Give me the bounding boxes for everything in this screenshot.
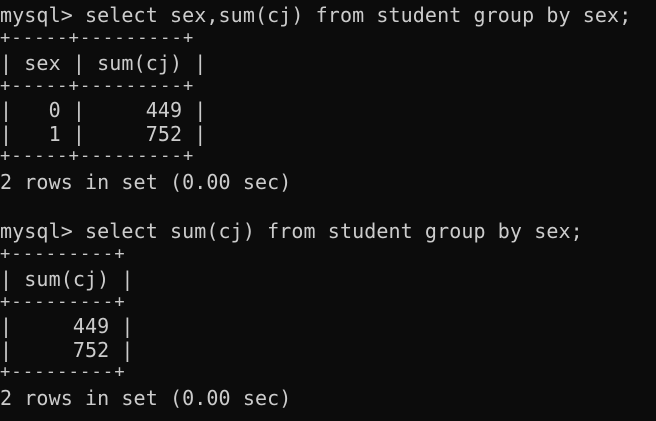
query-1-result-summary: 2 rows in set (0.00 sec): [0, 170, 292, 194]
query-1-table-row-2: | 1 | 752 |: [0, 122, 207, 146]
query-1-prompt-line: mysql> select sex,sum(cj) from student g…: [0, 3, 632, 27]
query-1-table-header: | sex | sum(cj) |: [0, 51, 207, 75]
query-2-result-summary: 2 rows in set (0.00 sec): [0, 386, 292, 410]
query-1-table-row-1: | 0 | 449 |: [0, 98, 207, 122]
query-2-prompt-line: mysql> select sum(cj) from student group…: [0, 219, 583, 243]
query-2-table-header: | sum(cj) |: [0, 267, 134, 291]
terminal-window[interactable]: mysql> select sex,sum(cj) from student g…: [0, 0, 656, 421]
query-2-table-row-1: | 449 |: [0, 314, 134, 338]
query-2-table-bottom-border: +---------+: [0, 362, 126, 382]
query-2-table-header-border: +---------+: [0, 292, 126, 312]
query-1-table-bottom-border: +-----+---------+: [0, 146, 195, 166]
query-1-table-header-border: +-----+---------+: [0, 76, 195, 96]
query-2-table-top-border: +---------+: [0, 244, 126, 264]
query-2-table-row-2: | 752 |: [0, 338, 134, 362]
query-1-table-top-border: +-----+---------+: [0, 28, 195, 48]
